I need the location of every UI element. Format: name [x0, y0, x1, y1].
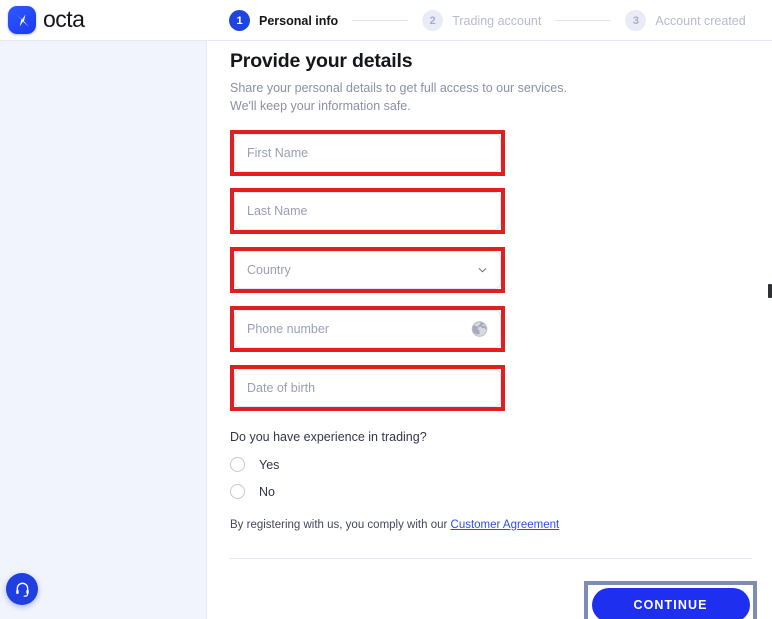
terms-text: By registering with us, you comply with …: [230, 519, 559, 531]
globe-icon[interactable]: [470, 320, 489, 339]
support-chat-button[interactable]: [6, 573, 38, 605]
step-connector-2: [555, 19, 612, 22]
phone-number-highlight: Phone number: [230, 306, 505, 352]
step-connector-1: [352, 19, 409, 22]
continue-button-highlight: CONTINUE: [584, 581, 757, 619]
page-subtitle: Share your personal details to get full …: [230, 80, 567, 115]
main-content: Provide your details Share your personal…: [207, 41, 772, 619]
step-personal-info[interactable]: 1 Personal info: [229, 10, 338, 31]
trading-experience-question: Do you have experience in trading?: [230, 430, 427, 444]
last-name-highlight: Last Name: [230, 188, 505, 234]
progress-stepper: 1 Personal info 2 Trading account 3 Acco…: [229, 0, 746, 41]
radio-yes-indicator[interactable]: [230, 457, 245, 472]
signup-page: octa 1 Personal info 2 Trading account 3…: [0, 0, 772, 619]
brand-name: octa: [43, 5, 85, 32]
country-highlight: Country: [230, 247, 505, 293]
continue-button[interactable]: CONTINUE: [591, 588, 750, 619]
customer-agreement-link[interactable]: Customer Agreement: [451, 519, 560, 531]
form-divider: [230, 558, 752, 559]
step-2-number: 2: [422, 10, 444, 31]
chevron-down-icon[interactable]: [476, 264, 489, 277]
brand-logo[interactable]: octa: [8, 5, 85, 34]
first-name-placeholder: First Name: [247, 146, 309, 160]
date-of-birth-placeholder: Date of birth: [247, 381, 316, 395]
terms-prefix: By registering with us, you comply with …: [230, 519, 451, 531]
octa-x-logo-icon: [8, 6, 36, 34]
step-trading-account: 2 Trading account: [422, 10, 541, 31]
right-edge-scrollbar-artifact[interactable]: [768, 284, 772, 298]
step-3-label: Account created: [655, 13, 746, 28]
date-of-birth-input[interactable]: Date of birth: [234, 369, 501, 407]
first-name-input[interactable]: First Name: [234, 134, 501, 172]
phone-number-placeholder: Phone number: [247, 322, 330, 336]
country-placeholder: Country: [247, 263, 291, 277]
date-of-birth-highlight: Date of birth: [230, 365, 505, 411]
radio-yes-label: Yes: [259, 457, 280, 472]
first-name-highlight: First Name: [230, 130, 505, 176]
top-bar: octa 1 Personal info 2 Trading account 3…: [0, 0, 772, 41]
page-subtitle-line-1: Share your personal details to get full …: [230, 81, 567, 95]
step-1-number: 1: [229, 10, 250, 31]
phone-number-input[interactable]: Phone number: [234, 310, 501, 348]
radio-option-no[interactable]: No: [230, 484, 275, 499]
radio-option-yes[interactable]: Yes: [230, 457, 279, 472]
page-subtitle-line-2: We'll keep your information safe.: [230, 98, 411, 113]
step-3-number: 3: [625, 10, 647, 31]
radio-no-label: No: [259, 484, 275, 499]
step-account-created: 3 Account created: [625, 10, 746, 31]
step-1-label: Personal info: [259, 13, 339, 28]
last-name-placeholder: Last Name: [247, 204, 308, 218]
page-title: Provide your details: [230, 50, 413, 72]
country-select[interactable]: Country: [234, 251, 501, 289]
radio-no-indicator[interactable]: [230, 484, 245, 499]
headset-icon: [15, 582, 29, 597]
last-name-input[interactable]: Last Name: [234, 192, 501, 230]
step-2-label: Trading account: [452, 13, 542, 28]
left-sidebar-panel: [0, 41, 207, 619]
